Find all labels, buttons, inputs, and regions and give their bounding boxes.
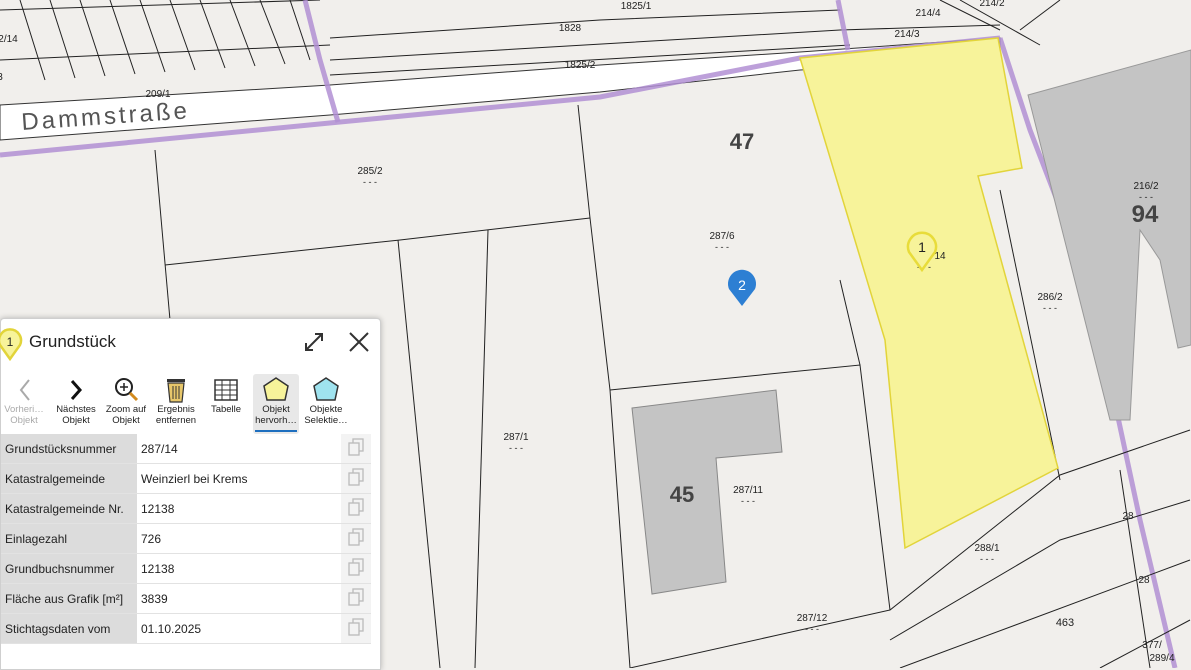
active-underline — [255, 430, 297, 432]
parcel-number-label: 214/4 — [915, 8, 940, 19]
highlight-polygon-icon — [263, 377, 289, 401]
attribute-value: 287/14 — [137, 434, 341, 464]
parcel-number-label: 214/3 — [894, 29, 919, 40]
parcel-sublabel: - - - — [805, 624, 819, 634]
chevron-left-icon — [19, 379, 30, 401]
select-objects-button[interactable]: Objekte Selektie… — [303, 374, 349, 434]
table-button[interactable]: Tabelle — [203, 374, 249, 434]
toolbar-label: Selektie… — [304, 415, 348, 426]
parcel-number-label: 287/12 — [797, 613, 828, 624]
highlighted-parcel-label: 14 — [934, 251, 946, 262]
attribute-row: Grundbuchsnummer 12138 — [1, 553, 371, 584]
yellow-marker-icon: 1 — [0, 328, 23, 361]
toolbar-label: Zoom auf — [105, 404, 147, 415]
attribute-row: Katastralgemeinde Nr. 12138 — [1, 493, 371, 524]
copy-icon[interactable] — [341, 613, 371, 644]
copy-icon[interactable] — [341, 523, 371, 554]
parcel-number-label: 1825/1 — [621, 1, 652, 12]
panel-toolbar: Vorheri… Objekt Nächstes Objekt Zoom auf… — [1, 374, 380, 434]
highlight-object-button[interactable]: Objekt hervorh… — [253, 374, 299, 434]
close-icon[interactable] — [348, 331, 370, 353]
parcel-number-label: 377/ — [1142, 640, 1162, 651]
toolbar-label: Objekt — [62, 415, 90, 426]
parcel-number-label: 287/1 — [503, 432, 528, 443]
attribute-row: Stichtagsdaten vom 01.10.2025 — [1, 613, 371, 644]
expand-icon[interactable] — [304, 332, 324, 352]
table-icon — [214, 379, 238, 401]
toolbar-label: Tabelle — [210, 404, 242, 415]
house-number-label: 47 — [730, 129, 754, 154]
select-polygon-icon — [313, 377, 339, 401]
toolbar-label: Objekt — [262, 404, 290, 415]
parcel-number-label: 288/1 — [974, 543, 999, 554]
parcel-sublabel: - - - — [980, 554, 994, 564]
attribute-table: Grundstücksnummer 287/14 Katastralgemeinde… — [1, 434, 371, 644]
attribute-value: Weinzierl bei Krems — [137, 463, 341, 494]
svg-text:1: 1 — [7, 335, 14, 349]
attribute-value: 12138 — [137, 553, 341, 584]
toolbar-label: entfernen — [155, 415, 197, 426]
house-number-label: 94 — [1132, 201, 1159, 228]
panel-title: Grundstück — [29, 332, 116, 351]
parcel-number-label: 287/6 — [709, 231, 734, 242]
attribute-key: Katastralgemeinde — [1, 463, 137, 494]
remove-result-button[interactable]: Ergebnis entfernen — [153, 374, 199, 434]
parcel-number-label: 3 — [0, 72, 3, 83]
parcel-number-label: 214/2 — [979, 0, 1004, 9]
grundstueck-panel: 1 Grundstück Vorheri… Objekt Nächstes Ob… — [0, 318, 381, 670]
panel-header: 1 Grundstück — [0, 319, 380, 365]
attribute-key: Stichtagsdaten vom — [1, 613, 137, 644]
toolbar-label: Objekt — [10, 415, 38, 426]
attribute-key: Einlagezahl — [1, 523, 137, 554]
parcel-sublabel: - - - — [741, 496, 755, 506]
attribute-row: Fläche aus Grafik [m²] 3839 — [1, 583, 371, 614]
next-object-button[interactable]: Nächstes Objekt — [53, 374, 99, 434]
parcel-number-label: 28 — [1138, 575, 1150, 586]
attribute-value: 12138 — [137, 493, 341, 524]
toolbar-label: hervorh… — [255, 415, 297, 426]
zoom-in-icon — [115, 378, 139, 402]
parcel-number-label: 2/14 — [0, 34, 18, 45]
attribute-row: Einlagezahl 726 — [1, 523, 371, 554]
attribute-key: Fläche aus Grafik [m²] — [1, 583, 137, 614]
parcel-number-label: 285/2 — [357, 166, 382, 177]
attribute-row: Katastralgemeinde Weinzierl bei Krems — [1, 463, 371, 494]
svg-text:2: 2 — [738, 277, 746, 293]
parcel-sublabel: - - - — [363, 177, 377, 187]
toolbar-label: Vorheri… — [4, 404, 44, 415]
house-number-label: 45 — [670, 482, 694, 507]
attribute-key: Grundstücksnummer — [1, 434, 137, 464]
attribute-value: 3839 — [137, 583, 341, 614]
parcel-number-label: 286/2 — [1037, 292, 1062, 303]
parcel-number-label: 287/11 — [733, 485, 763, 496]
copy-icon[interactable] — [341, 583, 371, 614]
parcel-number-label: 216/2 — [1133, 181, 1158, 192]
copy-icon[interactable] — [341, 434, 371, 464]
parcel-number-label: 289/4 — [1149, 653, 1174, 664]
copy-icon[interactable] — [341, 493, 371, 524]
toolbar-label: Ergebnis — [157, 404, 195, 415]
svg-text:1: 1 — [918, 239, 926, 255]
toolbar-label: Objekt — [112, 415, 140, 426]
toolbar-label: Objekte — [309, 404, 343, 415]
parcel-number-label: 28 — [1122, 511, 1134, 522]
parcel-sublabel: - - - — [1043, 303, 1057, 313]
copy-icon[interactable] — [341, 553, 371, 584]
parcel-sublabel: - - - — [715, 242, 729, 252]
parcel-number-label: 463 — [1056, 617, 1074, 629]
parcel-number-label: 1825/2 — [565, 60, 596, 71]
chevron-right-icon — [70, 380, 83, 400]
attribute-row: Grundstücksnummer 287/14 — [1, 434, 371, 464]
zoom-to-object-button[interactable]: Zoom auf Objekt — [103, 374, 149, 434]
parcel-sublabel: - - - — [509, 443, 523, 453]
toolbar-label: Nächstes — [56, 404, 96, 415]
attribute-key: Katastralgemeinde Nr. — [1, 493, 137, 524]
parcel-number-label: 1828 — [559, 23, 582, 34]
attribute-key: Grundbuchsnummer — [1, 553, 137, 584]
trash-icon — [167, 379, 185, 403]
attribute-value: 01.10.2025 — [137, 613, 341, 644]
previous-object-button[interactable]: Vorheri… Objekt — [1, 374, 47, 434]
attribute-value: 726 — [137, 523, 341, 554]
copy-icon[interactable] — [341, 463, 371, 494]
